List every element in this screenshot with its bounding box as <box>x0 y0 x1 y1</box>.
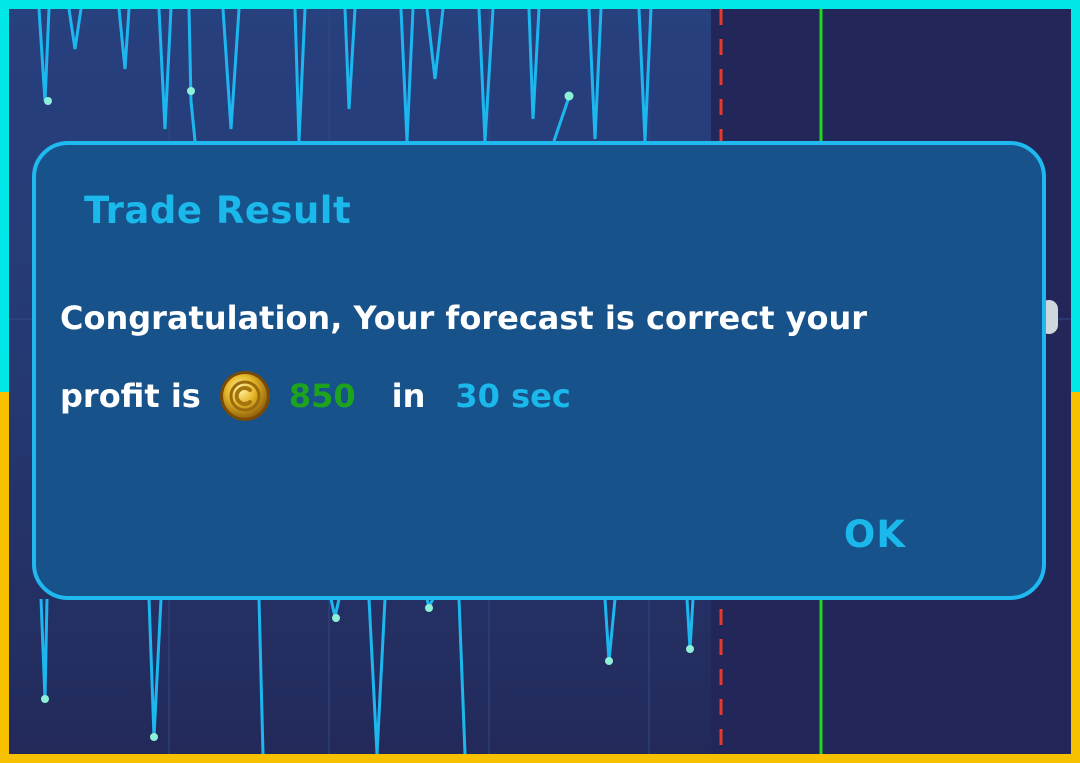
in-label: in <box>391 377 426 415</box>
price-line-bottom <box>39 598 695 754</box>
trade-duration: 30 sec <box>455 377 571 415</box>
message-line-1: Congratulation, Your forecast is correct… <box>60 299 868 337</box>
price-line-top <box>37 9 653 142</box>
message-line-2: profit is 850 in 30 sec <box>60 357 1010 435</box>
gold-coin-icon <box>219 371 270 421</box>
dialog-message: Congratulation, Your forecast is correct… <box>60 279 1010 435</box>
dialog-title: Trade Result <box>84 189 352 232</box>
price-points-top <box>44 87 574 105</box>
ok-button[interactable]: OK <box>844 513 906 556</box>
price-points-bottom <box>41 604 694 741</box>
profit-amount: 850 <box>288 377 356 415</box>
trade-result-dialog: Trade Result Congratulation, Your foreca… <box>32 141 1046 600</box>
profit-prefix: profit is <box>60 377 201 415</box>
